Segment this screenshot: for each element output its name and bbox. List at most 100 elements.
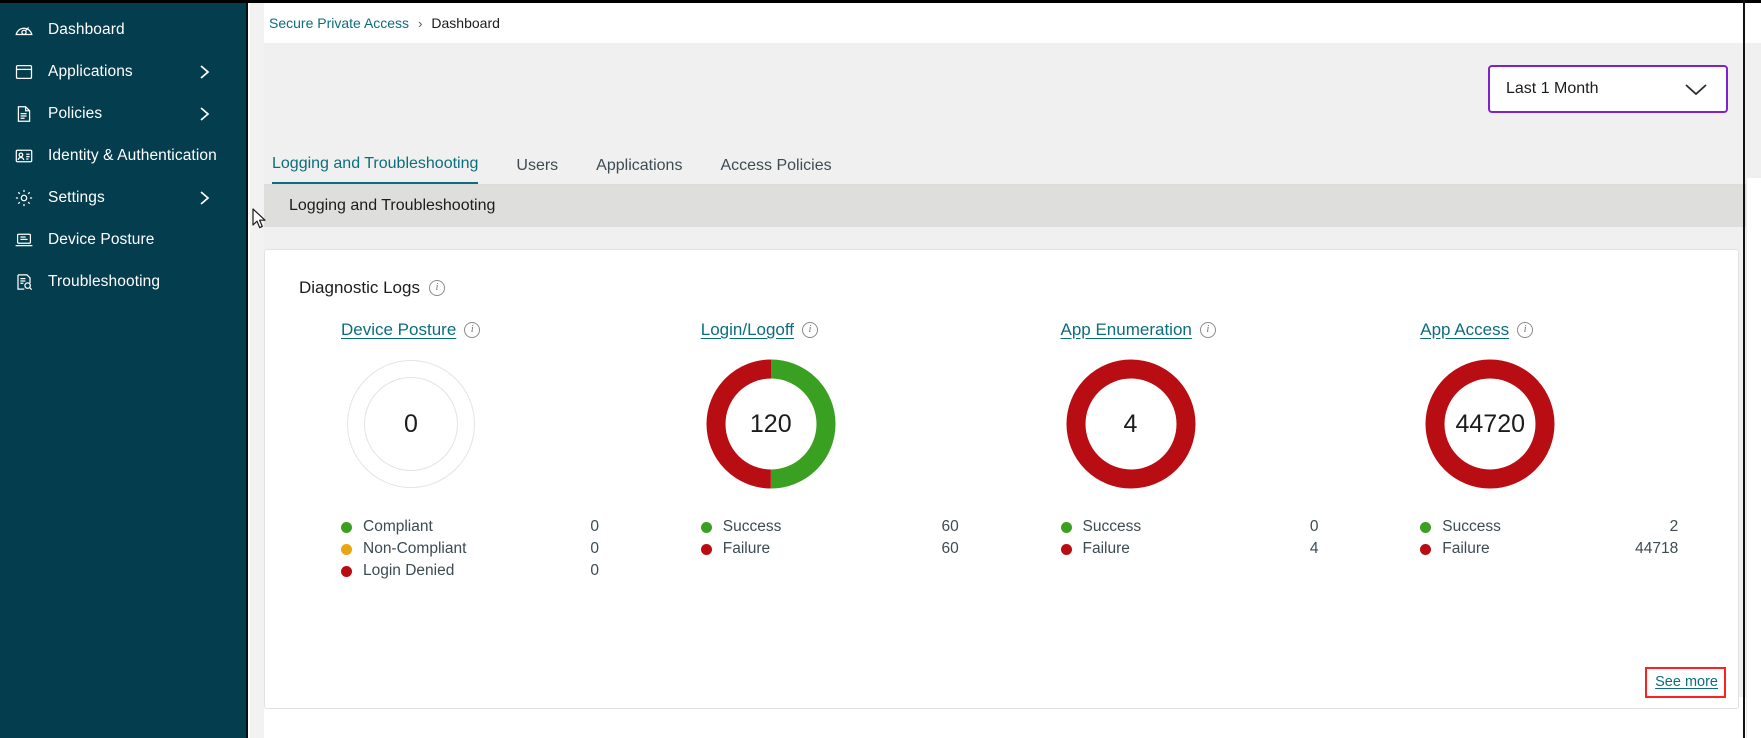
sidebar-item-label: Identity & Authentication (48, 147, 217, 165)
gear-icon (14, 188, 34, 208)
sidebar-item-label: Applications (48, 63, 133, 81)
legend-color-dot (701, 544, 712, 555)
sidebar: Dashboard Applications Policies Identity & … (0, 3, 248, 738)
donut-card-device-posture: Device Posturei0Compliant0Non-Compliant0… (299, 320, 659, 582)
info-icon[interactable]: i (802, 322, 818, 338)
info-icon[interactable]: i (429, 280, 445, 296)
sidebar-item-label: Troubleshooting (48, 273, 160, 291)
legend-value: 0 (533, 562, 599, 580)
sidebar-item-identity-authentication[interactable]: Identity & Authentication (0, 135, 246, 177)
date-range-dropdown[interactable]: Last 1 Month (1488, 65, 1728, 113)
legend-color-dot (1061, 544, 1072, 555)
donut-card-login-logoff: Login/Logoff i 120 Success60Failure60 (659, 320, 1019, 560)
sidebar-item-label: Dashboard (48, 21, 125, 39)
info-icon[interactable]: i (1200, 322, 1216, 338)
legend-value: 0 (1253, 518, 1319, 536)
sidebar-item-label: Device Posture (48, 231, 155, 249)
info-icon[interactable]: i (464, 322, 480, 338)
donut-chart-app-enumeration[interactable]: 4 (1061, 354, 1201, 494)
donut-header-device-posture: Device Posture i (317, 320, 480, 340)
legend-row: Success2 (1420, 516, 1696, 538)
legend-row: Failure44718 (1420, 538, 1696, 560)
legend-color-dot (341, 522, 352, 533)
donut-card-app-enumeration: App Enumerationi4Success0Failure4 (1019, 320, 1379, 560)
legend-label: Failure (1442, 540, 1612, 558)
legend-label: Success (1442, 518, 1612, 536)
chevron-down-icon (1682, 81, 1710, 97)
log-search-icon (14, 272, 34, 292)
donut-group: Device Posturei0Compliant0Non-Compliant0… (299, 320, 1738, 582)
sidebar-item-label: Policies (48, 105, 102, 123)
app-root: Dashboard Applications Policies Identity & … (0, 0, 1761, 738)
tab-access-policies[interactable]: Access Policies (720, 157, 831, 184)
legend-value: 44718 (1612, 540, 1678, 558)
window-right-border (1743, 0, 1745, 738)
chevron-right-icon[interactable] (196, 106, 212, 122)
sidebar-item-label: Settings (48, 189, 105, 207)
legend-label: Success (1083, 518, 1253, 536)
sidebar-scrollbar[interactable] (250, 3, 264, 738)
sidebar-item-applications[interactable]: Applications (0, 51, 246, 93)
donut-chart-device-posture[interactable]: 0 (341, 354, 481, 494)
breadcrumb: Secure Private Access › Dashboard (264, 3, 1761, 43)
chevron-right-icon[interactable] (196, 190, 212, 206)
legend-row: Failure4 (1061, 538, 1337, 560)
legend-value: 60 (893, 540, 959, 558)
page-scrollbar[interactable] (1746, 178, 1761, 738)
legend-color-dot (1420, 522, 1431, 533)
tab-applications[interactable]: Applications (596, 157, 682, 184)
legend-value: 4 (1253, 540, 1319, 558)
donut-chart-app-access[interactable]: 44720 (1420, 354, 1560, 494)
gauge-icon (14, 20, 34, 40)
tab-logging-and-troubleshooting[interactable]: Logging and Troubleshooting (272, 155, 478, 184)
section-header: Logging and Troubleshooting (264, 185, 1761, 227)
legend-row: Compliant0 (341, 516, 617, 538)
sidebar-item-settings[interactable]: Settings (0, 177, 246, 219)
legend-value: 0 (533, 540, 599, 558)
legend-color-dot (1420, 544, 1431, 555)
info-icon[interactable]: i (1517, 322, 1533, 338)
donut-title-link-device-posture[interactable]: Device Posture (341, 320, 456, 340)
window-icon (14, 62, 34, 82)
chevron-right-icon[interactable] (196, 64, 212, 80)
content-area: Diagnostic Logs i Device Posturei0Compli… (264, 227, 1761, 697)
legend-row: Failure60 (701, 538, 977, 560)
id-card-icon (14, 146, 34, 166)
laptop-icon (14, 230, 34, 250)
donut-header-app-access: App Access i (1396, 320, 1533, 340)
legend-color-dot (341, 544, 352, 555)
tab-users[interactable]: Users (516, 157, 558, 184)
page-title: Diagnostic Logs (299, 278, 420, 298)
date-range-value: Last 1 Month (1506, 80, 1682, 98)
legend-label: Non-Compliant (363, 540, 533, 558)
donut-legend-device-posture: Compliant0 Non-Compliant0Login Denied0 (317, 516, 617, 582)
toolbar-band: Last 1 Month (264, 43, 1761, 143)
main-content: Secure Private Access › Dashboard Last 1… (264, 3, 1761, 738)
see-more-link[interactable]: See more (1655, 674, 1718, 690)
breadcrumb-root-link[interactable]: Secure Private Access (269, 15, 409, 31)
page-scrollbar-thumb[interactable] (1749, 180, 1760, 360)
donut-legend-login-logoff: Success60Failure60 (677, 516, 977, 560)
sidebar-item-dashboard[interactable]: Dashboard (0, 9, 246, 51)
donut-card-app-access: App Accessi44720Success2Failure44718 (1378, 320, 1738, 560)
legend-row: Success60 (701, 516, 977, 538)
legend-value: 2 (1612, 518, 1678, 536)
tab-bar: Logging and Troubleshooting Users Applicat… (264, 143, 1761, 185)
donut-header-app-enumeration: App Enumeration i (1037, 320, 1216, 340)
legend-color-dot (701, 522, 712, 533)
breadcrumb-separator: › (418, 16, 422, 31)
donut-legend-app-access: Success2Failure44718 (1396, 516, 1696, 560)
donut-header-login-logoff: Login/Logoff i (677, 320, 818, 340)
donut-chart-login-logoff[interactable]: 120 (701, 354, 841, 494)
legend-label: Login Denied (363, 562, 533, 580)
diagnostic-logs-card: Diagnostic Logs i Device Posturei0Compli… (264, 249, 1739, 709)
donut-title-link-app-access[interactable]: App Access (1420, 320, 1509, 340)
document-icon (14, 104, 34, 124)
donut-title-link-app-enumeration[interactable]: App Enumeration (1061, 320, 1192, 340)
donut-title-link-login-logoff[interactable]: Login/Logoff (701, 320, 794, 340)
sidebar-item-device-posture[interactable]: Device Posture (0, 219, 246, 261)
donut-legend-app-enumeration: Success0 Failure4 (1037, 516, 1337, 560)
legend-label: Compliant (363, 518, 533, 536)
sidebar-item-policies[interactable]: Policies (0, 93, 246, 135)
sidebar-item-troubleshooting[interactable]: Troubleshooting (0, 261, 246, 303)
